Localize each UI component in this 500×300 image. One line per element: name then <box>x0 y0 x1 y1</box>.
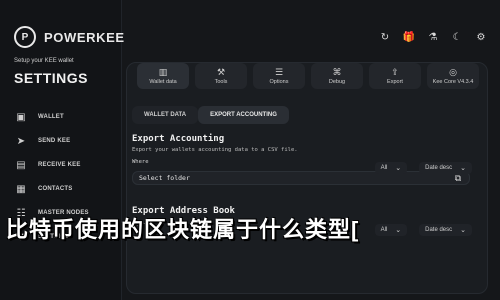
top-toolbar: ↻ 🎁 ⚗ ☾ ⚙ <box>378 30 488 44</box>
tab-debug[interactable]: ⌘ Debug <box>311 63 363 89</box>
tools-icon: ⚒ <box>216 66 226 77</box>
sort-dropdown[interactable]: Date desc ⌄ <box>419 224 472 236</box>
setup-text: Setup your KEE wallet <box>14 58 74 64</box>
sidebar-item-label: CONTACTS <box>38 186 73 192</box>
subtab-export-accounting[interactable]: EXPORT ACCOUNTING <box>198 106 289 124</box>
export-address-book-controls: All ⌄ Date desc ⌄ <box>374 224 472 236</box>
tab-label: Export <box>387 78 403 85</box>
sort-value: Date desc <box>425 227 453 233</box>
debug-icon: ⌘ <box>332 66 342 77</box>
refresh-icon[interactable]: ↻ <box>378 30 392 44</box>
folder-value: Select folder <box>139 174 190 182</box>
export-icon: ⇪ <box>391 66 399 77</box>
filter-dropdown[interactable]: All ⌄ <box>374 224 408 236</box>
chevron-down-icon: ⌄ <box>395 165 402 172</box>
brand-name: POWERKEE <box>44 29 125 45</box>
tab-label: Kee Core V4.3.4 <box>432 78 474 85</box>
settings-icon[interactable]: ⚙ <box>474 30 488 44</box>
filter-value: All <box>380 165 388 171</box>
tab-label: Tools <box>214 78 228 85</box>
overlay-caption: 比特币使用的区块链属于什么类型[ <box>6 217 360 242</box>
folder-picker-icon[interactable]: ⧉ <box>453 173 463 183</box>
tab-label: Debug <box>328 78 346 85</box>
contacts-icon: ▦ <box>16 183 26 195</box>
sidebar-item-label: RECEIVE KEE <box>38 162 81 168</box>
sort-dropdown[interactable]: Date desc ⌄ <box>419 162 472 174</box>
page-title: SETTINGS <box>14 70 89 86</box>
tab-export[interactable]: ⇪ Export <box>369 63 421 89</box>
tab-wallet-data[interactable]: ▥ Wallet data <box>137 63 189 89</box>
export-accounting-section: Export Accounting Export your wallets ac… <box>132 134 482 185</box>
sidebar-item-contacts[interactable]: ▦ CONTACTS <box>14 177 89 201</box>
export-accounting-controls: All ⌄ Date desc ⌄ <box>374 162 472 174</box>
moon-icon[interactable]: ☾ <box>450 30 464 44</box>
tab-kee-core[interactable]: ◎ Kee Core V4.3.4 <box>427 63 479 89</box>
filter-value: All <box>380 227 388 233</box>
subtab-wallet-data[interactable]: WALLET DATA <box>132 106 199 124</box>
tab-tools[interactable]: ⚒ Tools <box>195 63 247 89</box>
sidebar: P POWERKEE Setup your KEE wallet SETTING… <box>0 0 125 300</box>
tab-label: Wallet data <box>149 78 177 85</box>
sort-value: Date desc <box>425 165 453 171</box>
filter-dropdown[interactable]: All ⌄ <box>374 162 408 174</box>
sidebar-item-wallet[interactable]: ▣ WALLET <box>14 105 89 129</box>
brand-logo: P <box>14 26 36 48</box>
core-icon: ◎ <box>449 66 457 77</box>
sidebar-item-label: WALLET <box>38 114 64 120</box>
section-title: Export Accounting <box>132 134 225 144</box>
sidebar-item-receive-kee[interactable]: ▤ RECEIVE KEE <box>14 153 89 177</box>
wallet-icon: ▣ <box>16 111 26 123</box>
send-icon: ➤ <box>16 135 26 147</box>
gift-icon[interactable]: 🎁 <box>402 30 416 44</box>
options-icon: ☰ <box>274 66 284 77</box>
subtabs: WALLET DATA EXPORT ACCOUNTING <box>132 106 312 124</box>
tab-options[interactable]: ☰ Options <box>253 63 305 89</box>
brand: P POWERKEE <box>14 26 125 48</box>
receive-icon: ▤ <box>16 159 26 171</box>
chevron-down-icon: ⌄ <box>460 165 466 172</box>
section-description: Export your wallets accounting data to a… <box>132 147 298 153</box>
chevron-down-icon: ⌄ <box>395 227 402 234</box>
chevron-down-icon: ⌄ <box>460 227 466 234</box>
database-icon: ▥ <box>158 66 168 77</box>
tab-label: Options <box>269 78 289 85</box>
top-tabs: ▥ Wallet data ⚒ Tools ☰ Options ⌘ Debug … <box>137 63 479 89</box>
sidebar-item-label: SEND KEE <box>38 138 71 144</box>
sidebar-item-send-kee[interactable]: ➤ SEND KEE <box>14 129 89 153</box>
potion-icon[interactable]: ⚗ <box>426 30 440 44</box>
